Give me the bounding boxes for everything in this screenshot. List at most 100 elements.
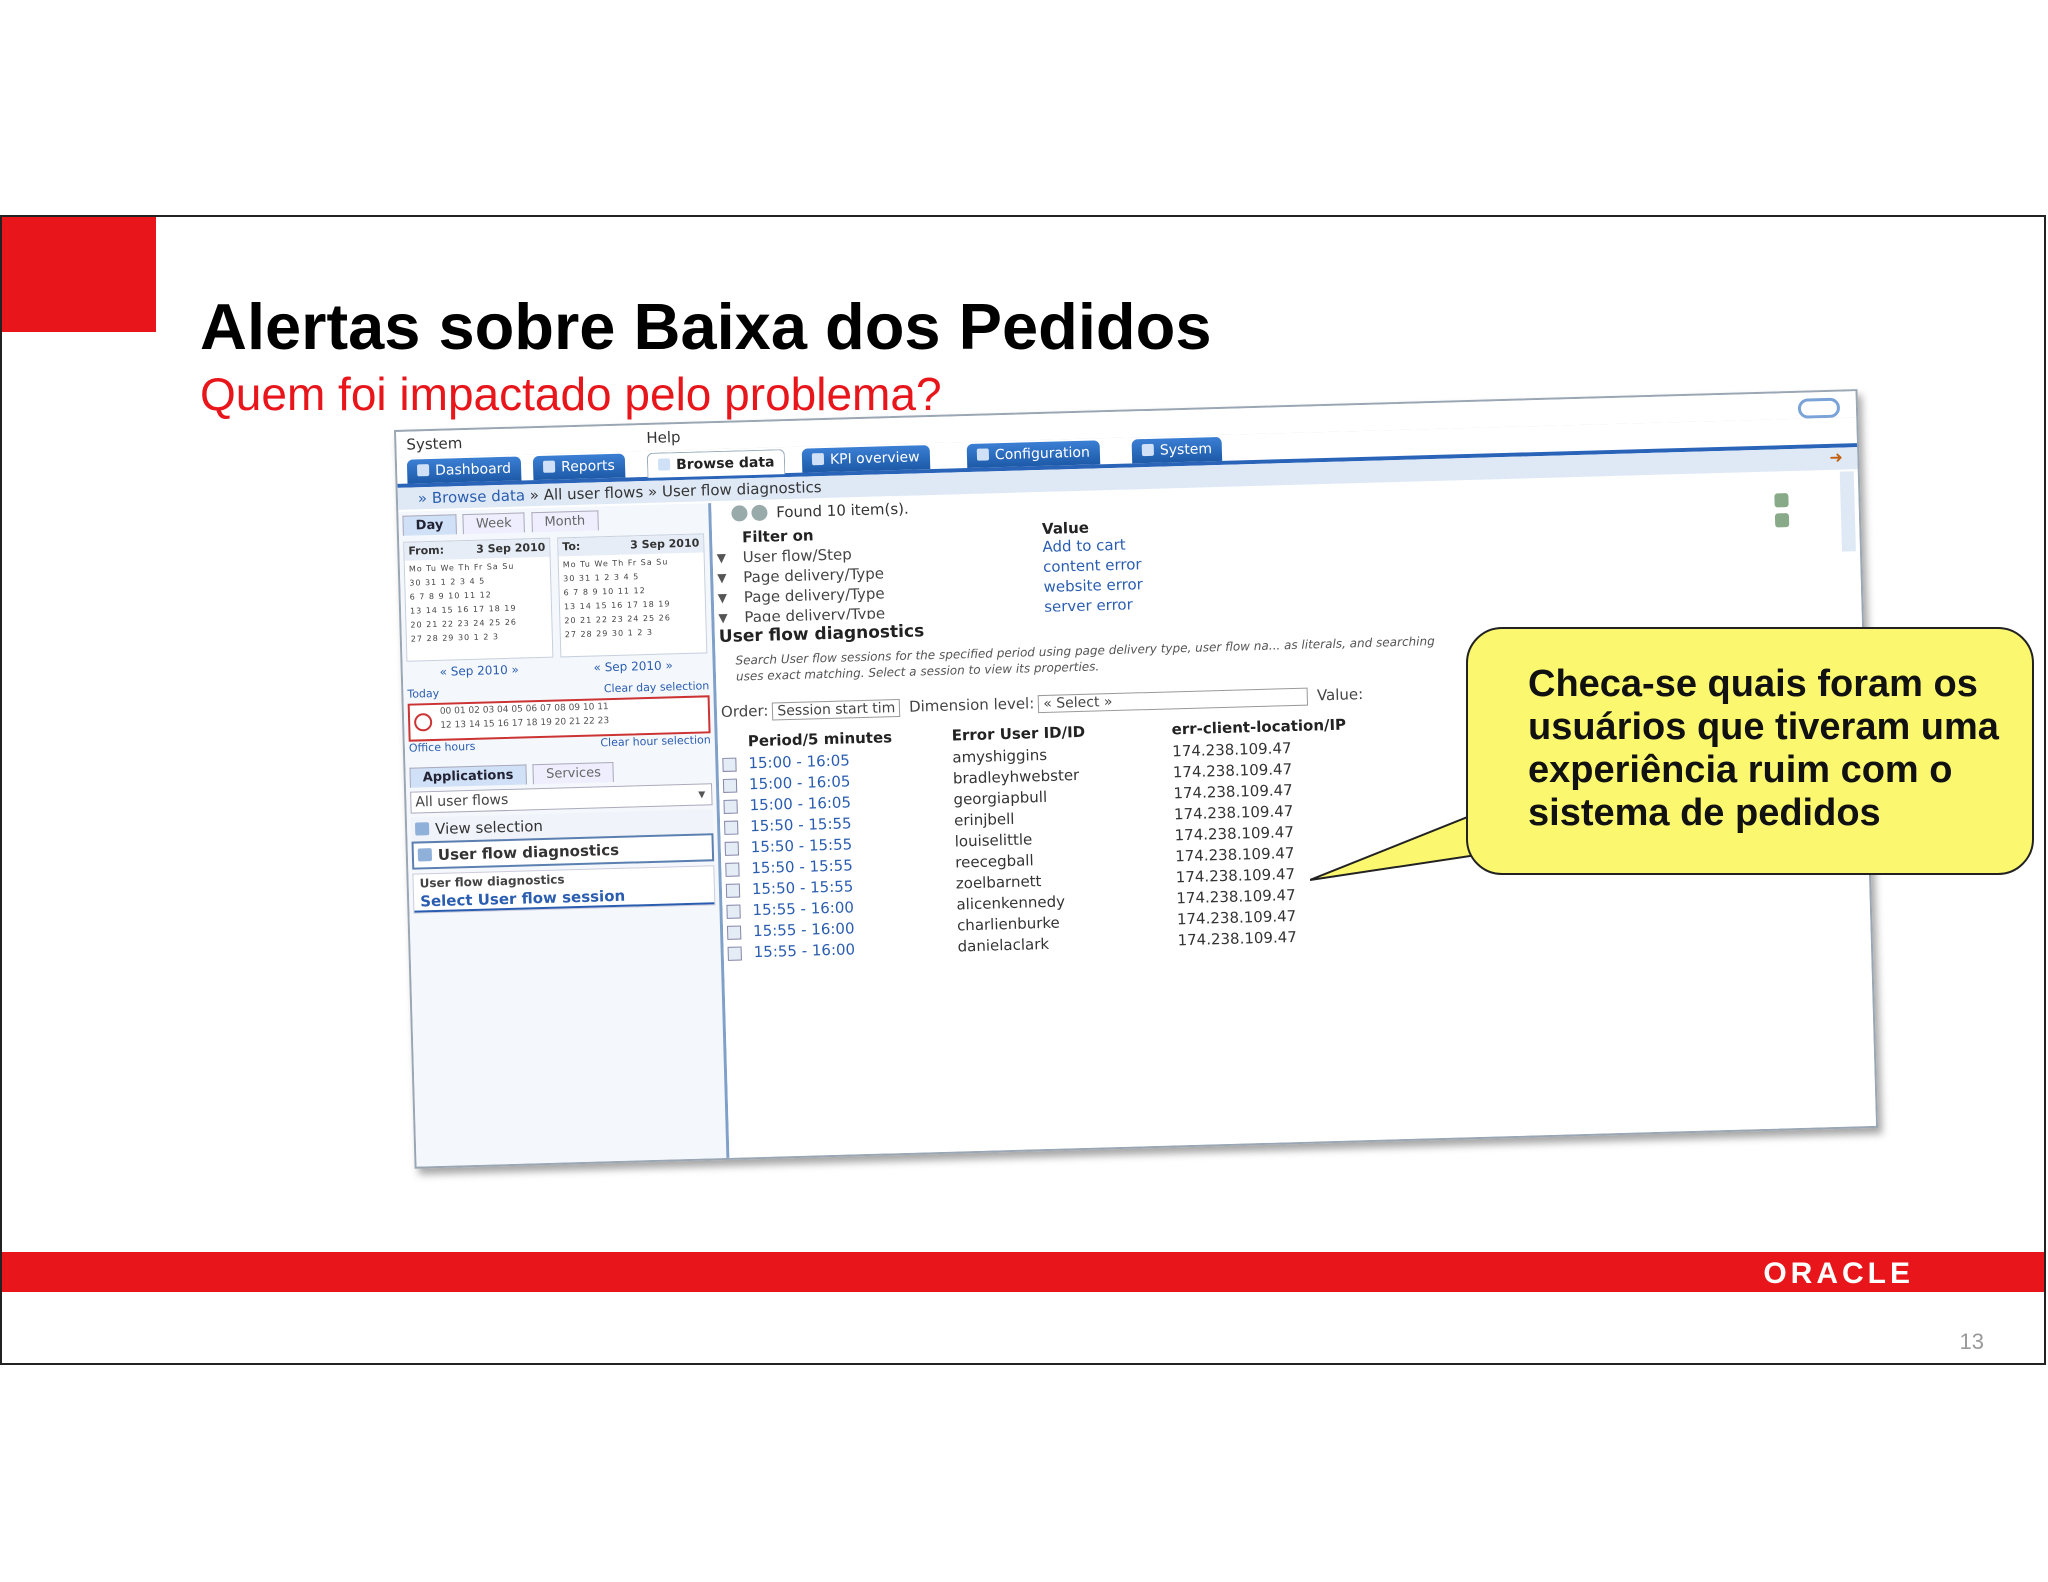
- session-icon: [724, 841, 740, 856]
- tab-week[interactable]: Week: [462, 512, 525, 535]
- exit-icon[interactable]: ➜: [1829, 447, 1847, 467]
- cell-ip: 174.238.109.47: [1177, 927, 1298, 950]
- cell-user: georgiapbull: [953, 787, 1048, 809]
- session-icon: [724, 820, 739, 835]
- tab-browse-data[interactable]: Browse data: [646, 449, 786, 478]
- diagnostics-subpanel: User flow diagnostics Select User flow s…: [412, 865, 716, 914]
- gauge-icon: [811, 453, 825, 466]
- cell-user: danielaclark: [957, 934, 1050, 956]
- tab-applications[interactable]: Applications: [409, 764, 527, 788]
- window-toggle-icon[interactable]: [1797, 397, 1841, 419]
- from-label: From:: [408, 543, 445, 558]
- cell-ip: 174.238.109.47: [1173, 781, 1293, 803]
- cell-period[interactable]: 15:55 - 16:00: [752, 898, 854, 919]
- filter-value[interactable]: Add to cart: [1042, 536, 1126, 556]
- cell-ip: 174.238.109.47: [1173, 802, 1294, 824]
- cube-icon: [657, 458, 671, 471]
- cell-user: alicenkennedy: [956, 892, 1066, 914]
- calendar-grid[interactable]: Mo Tu We Th Fr Sa Su 30 31 1 2 3 4 56 7 8…: [405, 557, 552, 649]
- session-icon: [727, 946, 742, 961]
- trash-icon[interactable]: [1774, 493, 1789, 508]
- menu-help[interactable]: Help: [646, 428, 681, 447]
- calendar-grid[interactable]: Mo Tu We Th Fr Sa Su 30 31 1 2 3 4 56 7 8…: [559, 552, 706, 644]
- cell-user: zoelbarnett: [955, 872, 1042, 893]
- cell-user: erinjbell: [953, 809, 1015, 830]
- order-select[interactable]: Session start tim: [772, 698, 901, 721]
- slide-title: Alertas sobre Baixa dos Pedidos: [200, 290, 1212, 363]
- filter-on-header: Filter on: [741, 526, 814, 547]
- tab-reports[interactable]: Reports: [532, 453, 626, 481]
- user-flows-select[interactable]: All user flows ▾: [410, 783, 713, 814]
- cell-user: reecegball: [955, 851, 1034, 872]
- clear-hour-link[interactable]: Clear hour selection: [600, 733, 711, 749]
- cell-ip: 174.238.109.47: [1172, 760, 1293, 782]
- trash-icon[interactable]: [1774, 513, 1790, 528]
- cell-period[interactable]: 15:00 - 16:05: [748, 751, 850, 772]
- filter-value[interactable]: website error: [1043, 575, 1143, 596]
- cell-period[interactable]: 15:00 - 16:05: [749, 793, 851, 814]
- reports-icon: [542, 460, 556, 473]
- order-controls: Order: Session start tim Dimension level:…: [721, 685, 1364, 722]
- app-service-tabs: Applications Services: [409, 761, 616, 788]
- calendar-to[interactable]: To: 3 Sep 2010 Mo Tu We Th Fr Sa Su 30 31 …: [557, 533, 708, 658]
- dimension-select[interactable]: « Select »: [1038, 687, 1309, 714]
- cell-period[interactable]: 15:50 - 15:55: [752, 877, 854, 898]
- column-ip[interactable]: err-client-location/IP: [1171, 716, 1346, 739]
- scrollbar[interactable]: [1839, 471, 1856, 552]
- month-nav-from[interactable]: « Sep 2010 »: [407, 662, 552, 680]
- cell-ip: 174.238.109.47: [1174, 844, 1295, 866]
- tab-configuration[interactable]: Configuration: [966, 440, 1101, 469]
- session-icon: [726, 925, 742, 940]
- breadcrumb-all-user-flows[interactable]: » All user flows: [530, 483, 644, 504]
- cell-period[interactable]: 15:50 - 15:55: [750, 814, 852, 835]
- cell-ip: 174.238.109.47: [1174, 823, 1295, 845]
- breadcrumb-user-flow-diagnostics: » User flow diagnostics: [647, 478, 822, 501]
- cell-user: bradleyhwebster: [952, 766, 1080, 788]
- session-icon: [722, 757, 737, 772]
- dashboard-icon: [416, 464, 430, 477]
- clear-day-link[interactable]: Clear day selection: [604, 679, 710, 695]
- filter-name: Page delivery/Type: [744, 604, 886, 623]
- red-accent-block: [2, 217, 156, 332]
- back-icon[interactable]: [731, 505, 748, 522]
- session-icon: [725, 862, 740, 877]
- period-tabs: Day Week Month: [402, 510, 600, 538]
- month-nav-to[interactable]: « Sep 2010 »: [561, 657, 706, 675]
- tab-month[interactable]: Month: [531, 510, 599, 533]
- chevron-down-icon: ▾: [698, 786, 706, 803]
- diagnostics-icon: [417, 848, 433, 862]
- cell-period[interactable]: 15:50 - 15:55: [751, 856, 853, 877]
- dimension-label: Dimension level:: [908, 694, 1035, 716]
- column-period[interactable]: Period/5 minutes: [748, 728, 893, 750]
- cell-period[interactable]: 15:50 - 15:55: [751, 835, 853, 856]
- tab-dashboard[interactable]: Dashboard: [406, 456, 522, 484]
- value-header: Value: [1041, 518, 1090, 538]
- column-user[interactable]: Error User ID/ID: [951, 723, 1085, 745]
- session-icon: [723, 799, 738, 814]
- cell-period[interactable]: 15:55 - 16:00: [753, 940, 855, 961]
- menu-system[interactable]: System: [406, 434, 462, 454]
- office-hours-link[interactable]: Office hours: [409, 740, 476, 755]
- oracle-logo: ORACLE: [1763, 1257, 1914, 1290]
- cell-period[interactable]: 15:55 - 16:00: [753, 919, 855, 940]
- footer-bar: [2, 1252, 2044, 1292]
- breadcrumb-browse-data[interactable]: » Browse data: [418, 486, 526, 507]
- tab-system[interactable]: System: [1131, 436, 1223, 464]
- tab-day[interactable]: Day: [402, 514, 457, 536]
- cell-user: charlienburke: [956, 913, 1061, 935]
- callout-box: Checa-se quais foram os usuários que tiv…: [1466, 627, 2034, 875]
- tab-kpi-overview[interactable]: KPI overview: [801, 445, 930, 473]
- to-date: 3 Sep 2010: [629, 536, 700, 552]
- cell-period[interactable]: 15:00 - 16:05: [749, 772, 851, 793]
- slide-subtitle: Quem foi impactado pelo problema?: [200, 368, 942, 420]
- view-icon: [414, 822, 430, 836]
- found-count: Found 10 item(s).: [775, 499, 910, 522]
- today-link[interactable]: Today: [407, 687, 439, 701]
- session-icon: [725, 883, 741, 898]
- calendar-from[interactable]: From: 3 Sep 2010 Mo Tu We Th Fr Sa Su 30 3…: [403, 537, 554, 662]
- forward-icon[interactable]: [751, 504, 768, 522]
- tab-services[interactable]: Services: [532, 761, 615, 785]
- filter-value[interactable]: content error: [1043, 555, 1142, 576]
- filter-name: Page delivery/Type: [743, 584, 885, 607]
- filter-value[interactable]: server error: [1044, 595, 1133, 611]
